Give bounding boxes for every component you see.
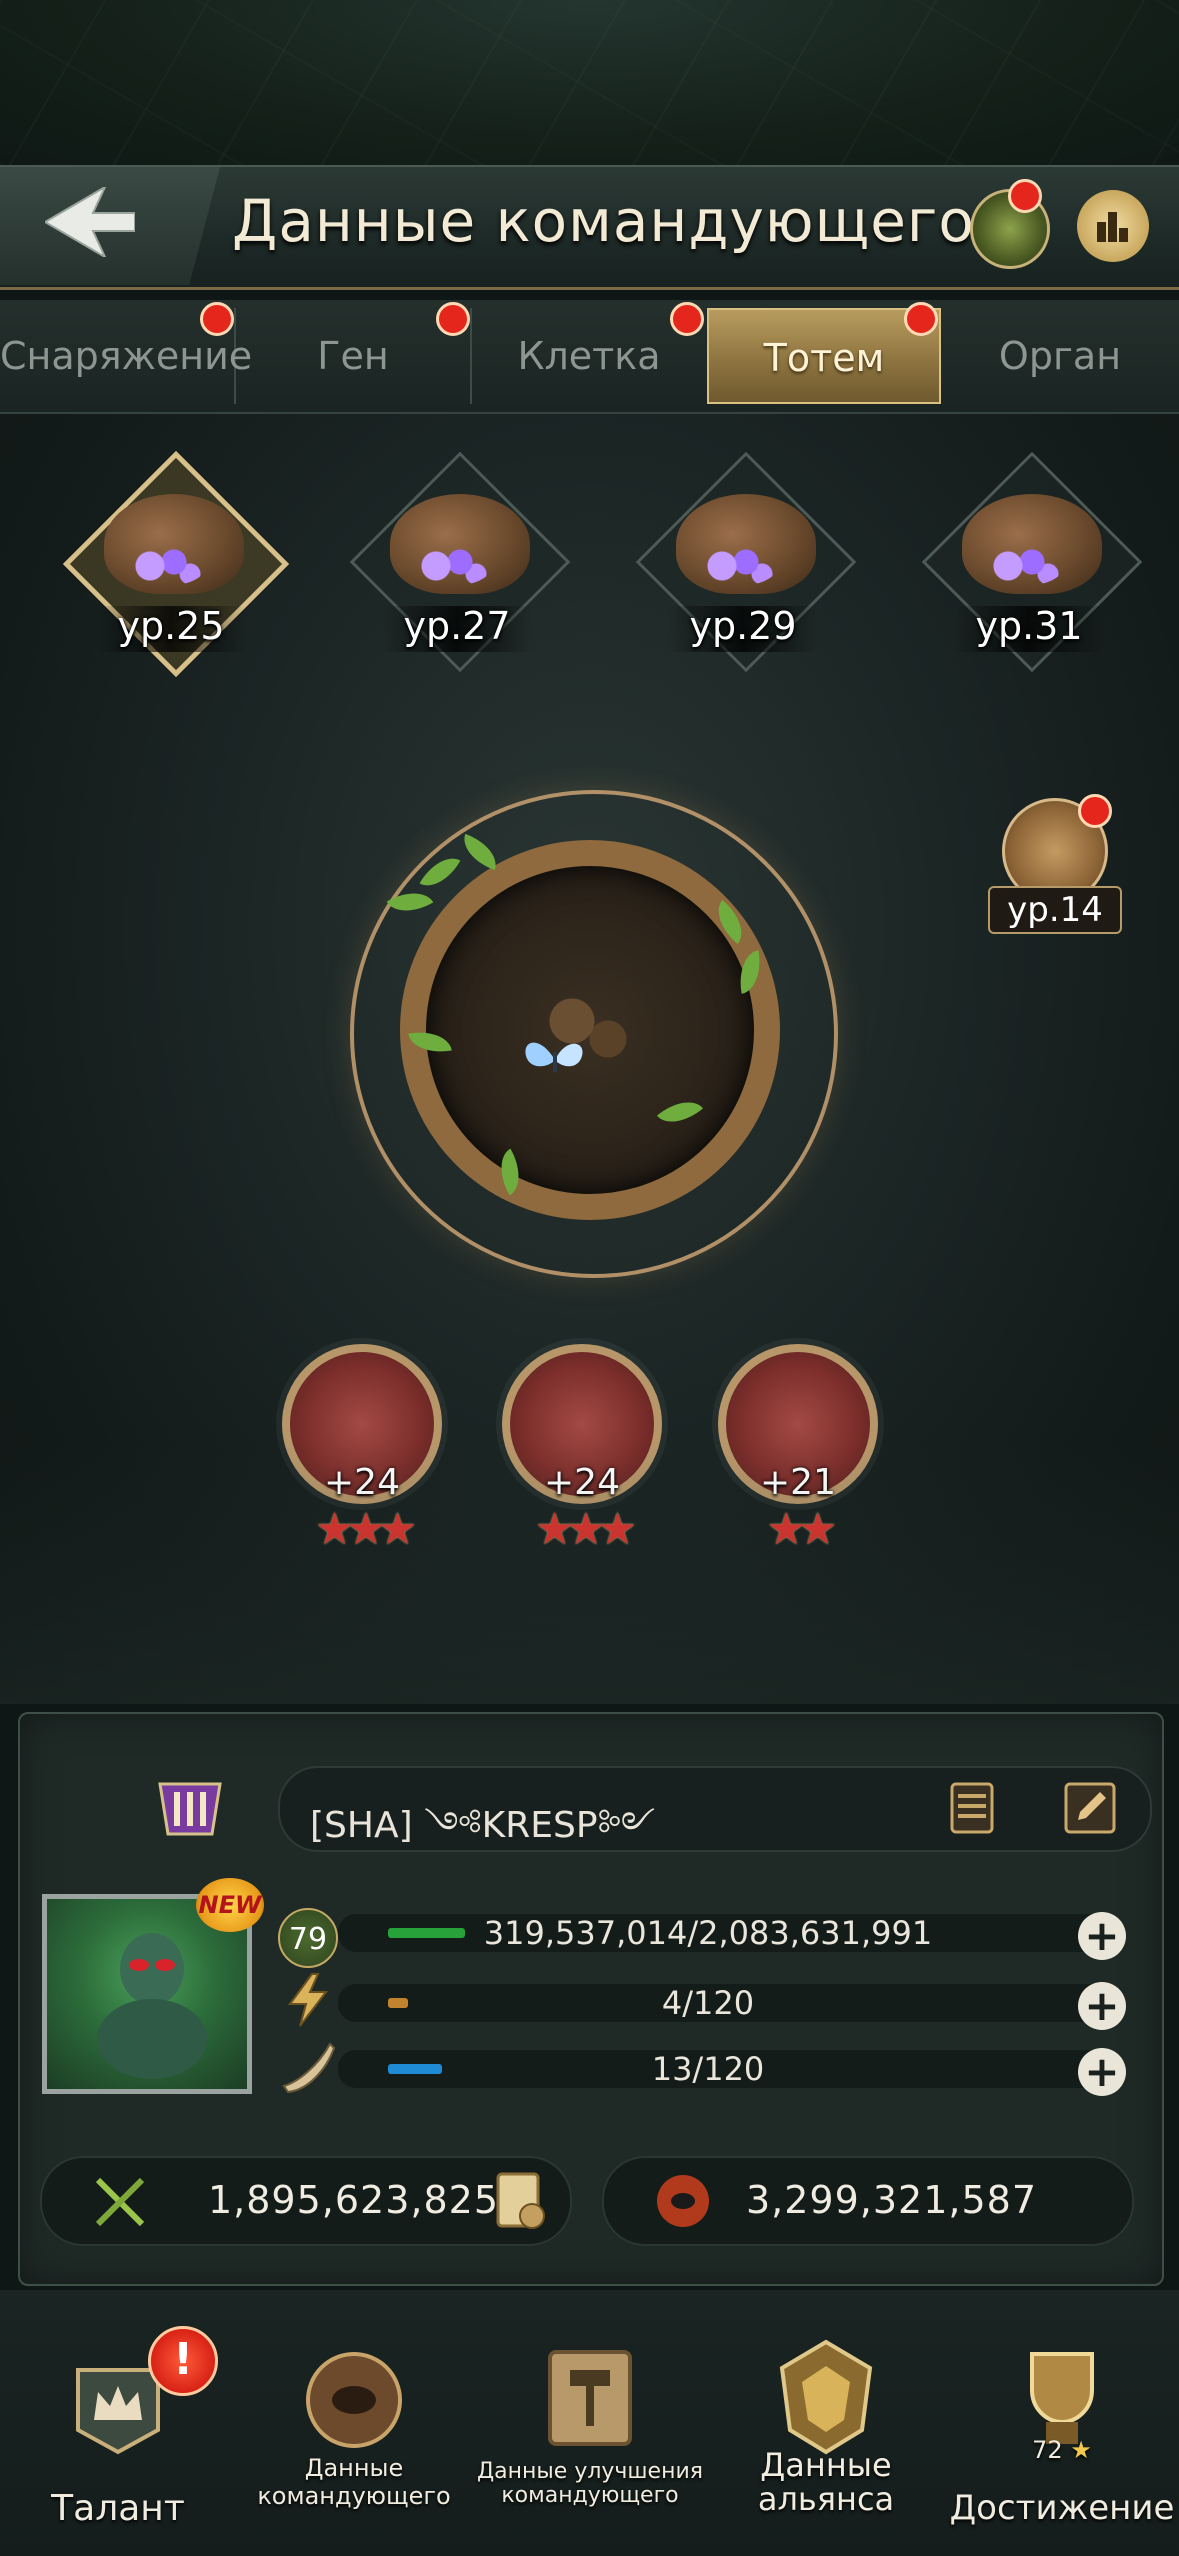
attack-power-pill: 1,895,623,825 [40,2156,572,2246]
player-name: [SHA] ༺KRESP༻ [310,1805,656,1846]
resource-row-horn: 13/120 + [278,2040,1138,2096]
totem-upgrade-button[interactable]: ур.14 [980,790,1130,940]
achievement-count: 72 ★ [944,2436,1179,2464]
star-rating: ★★★ [534,1504,637,1555]
nav-label: Данные улучшения командующего [476,2459,703,2508]
nav-label: Талант [51,2488,185,2529]
rank-iii-icon [158,1782,222,1836]
resource-value: 4/120 [661,1984,755,2022]
resource-row-energy: 4/120 + [278,1973,1138,2030]
header-bar: Данные командующего [0,165,1179,290]
totem-upgrade-level: ур.14 [988,886,1122,934]
tab-label: Клетка [517,334,661,378]
star-rating: ★★★ [314,1504,417,1555]
nav-alliance-data[interactable]: Данные альянса [708,2290,944,2556]
nav-label: Данные командующего [257,2454,451,2510]
notification-dot [1008,179,1042,213]
resource-value: 13/120 [651,2050,765,2088]
resource-row-food: 319,537,014/2,083,631,991 79 + [278,1904,1138,1968]
edit-icon[interactable] [1058,1776,1122,1840]
totem-slot-1[interactable]: ур.25 [62,450,290,678]
scroll-clock-icon[interactable] [490,2170,550,2232]
tab-label: Ген [317,334,389,378]
stat-bonus: +21 [760,1462,836,1503]
bottom-navigation: ! Талант Данные командующего Данные улуч… [0,2290,1179,2556]
totem-level: ур.31 [975,604,1083,648]
heart-medal-icon [718,1344,878,1504]
flower-decoration [984,546,1064,586]
kill-ant-icon [657,2175,709,2227]
claw-medal-icon [282,1344,442,1504]
tab-badge-dot [436,302,470,336]
tab-badge-dot [670,302,704,336]
star-icon: ★ [1070,2436,1092,2464]
star-rating: ★★ [766,1504,838,1555]
totem-slot-3[interactable]: ур.29 [635,451,857,673]
player-level-badge: 79 [278,1908,338,1968]
stat-bonus: +24 [544,1462,620,1503]
totem-level: ур.27 [403,604,511,648]
totem-level: ур.29 [689,604,797,648]
alliance-shield-icon [779,2339,873,2455]
totem-scene: ур.25 ур.27 ур.29 ур.31 ур.14 +24 ★★★ +2… [0,414,1179,1704]
page-title: Данные командующего [232,187,975,255]
back-button[interactable] [0,167,220,285]
stat-badge-defense[interactable]: +24 ★★★ [492,1344,672,1574]
stat-badge-health[interactable]: +21 ★★ [708,1344,888,1574]
tab-label: Снаряжение [0,334,253,378]
attack-power-value: 1,895,623,825 [208,2178,500,2222]
achievement-count-value: 72 [1032,2436,1063,2464]
add-horn-button[interactable]: + [1078,2048,1126,2096]
resource-value: 319,537,014/2,083,631,991 [483,1914,933,1952]
flower-decoration [698,546,778,586]
nav-talent[interactable]: ! Талант [0,2290,236,2556]
stats-button[interactable] [1077,190,1149,262]
nav-label: Достижение [949,2488,1175,2528]
notification-dot [1078,794,1112,828]
add-energy-button[interactable]: + [1078,1982,1126,2030]
flower-decoration [126,546,206,586]
flower-decoration [412,546,492,586]
tab-bar: Снаряжение Ген Клетка Тотем Орган [0,300,1179,414]
progress-fill [388,1998,408,2008]
player-name-bar: [SHA] ༺KRESP༻ [278,1766,1152,1852]
tab-organ[interactable]: Орган [943,308,1177,404]
crossed-swords-icon [95,2177,145,2227]
stat-bonus: +24 [324,1462,400,1503]
nav-commander-data[interactable]: Данные командующего [236,2290,472,2556]
kill-power-pill: 3,299,321,587 [602,2156,1134,2246]
nav-commander-upgrade[interactable]: Данные улучшения командующего [472,2290,708,2556]
top-background [0,0,1179,165]
totem-level: ур.25 [117,604,225,648]
butterfly-icon [525,1042,583,1072]
stat-badge-attack[interactable]: +24 ★★★ [272,1344,452,1574]
commander-info-panel: [SHA] ༺KRESP༻ NEW 319,537,014/2,083,631,… [18,1712,1164,2286]
totem-slot-2[interactable]: ур.27 [349,451,571,673]
nav-achievement[interactable]: 72 ★ Достижение [944,2290,1179,2556]
bar-chart-icon [1097,212,1128,242]
hammer-scroll-icon [548,2350,632,2446]
new-badge: NEW [196,1878,264,1932]
mantis-commander-icon [97,1933,207,2079]
lightning-icon [288,1973,329,2027]
totem-emblem[interactable] [330,770,850,1290]
tab-label: Орган [998,334,1122,378]
kill-power-value: 3,299,321,587 [746,2178,1038,2222]
back-arrow-icon [45,187,135,257]
tab-label: Тотем [763,336,885,380]
commander-ant-icon [306,2352,402,2448]
horn-icon [282,2042,336,2094]
add-food-button[interactable]: + [1078,1912,1126,1960]
shield-medal-icon [502,1344,662,1504]
alert-badge: ! [148,2326,218,2396]
totem-slot-4[interactable]: ур.31 [921,451,1143,673]
copy-icon[interactable] [940,1776,1004,1840]
tab-badge-dot [200,302,234,336]
nav-label: Данные альянса [757,2446,895,2518]
tab-badge-dot [904,302,938,336]
